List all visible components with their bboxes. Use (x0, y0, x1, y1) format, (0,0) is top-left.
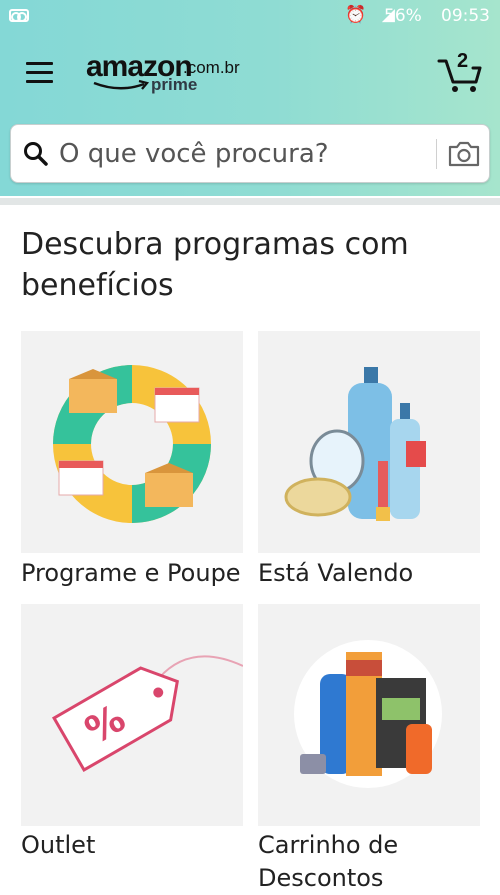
household-products-icon (294, 640, 442, 788)
program-label[interactable]: Programe e Poupe (21, 557, 241, 590)
search-input[interactable] (59, 133, 429, 175)
program-tile-programe-e-poupe[interactable] (21, 331, 243, 553)
header-divider (0, 198, 500, 205)
beauty-products-icon (284, 367, 426, 521)
cart-count: 2 (457, 50, 469, 72)
cart-button[interactable]: 2 (437, 50, 483, 95)
search-divider (436, 139, 437, 169)
smile-arrow-icon (93, 79, 150, 90)
percent-tag-icon: % (51, 655, 244, 773)
program-label[interactable]: Está Valendo (258, 557, 413, 590)
camera-icon[interactable] (447, 140, 481, 168)
program-tile-esta-valendo[interactable] (258, 331, 480, 553)
program-tile-carrinho-de-descontos[interactable] (258, 604, 480, 826)
amazon-prime-logo[interactable]: amazon .com.br prime (86, 50, 256, 98)
program-label[interactable]: Carrinho de Descontos (258, 829, 458, 895)
voicemail-icon (9, 9, 29, 22)
status-bar: ⏰ ◢ 56% 09:53 (0, 0, 500, 33)
menu-icon[interactable] (26, 62, 53, 83)
battery-level: 56% (384, 6, 422, 26)
section-title: Descubra programas com benefícios (21, 227, 409, 303)
subscribe-save-icon (53, 365, 211, 523)
program-tile-outlet[interactable]: % (21, 604, 244, 826)
program-label[interactable]: Outlet (21, 829, 95, 862)
search-bar[interactable] (10, 124, 490, 183)
search-icon[interactable] (23, 141, 49, 167)
app-header: ⏰ ◢ 56% 09:53 amazon .com.br prime 2 (0, 0, 500, 196)
logo-prime: prime (151, 75, 198, 94)
clock: 09:53 (441, 6, 490, 26)
